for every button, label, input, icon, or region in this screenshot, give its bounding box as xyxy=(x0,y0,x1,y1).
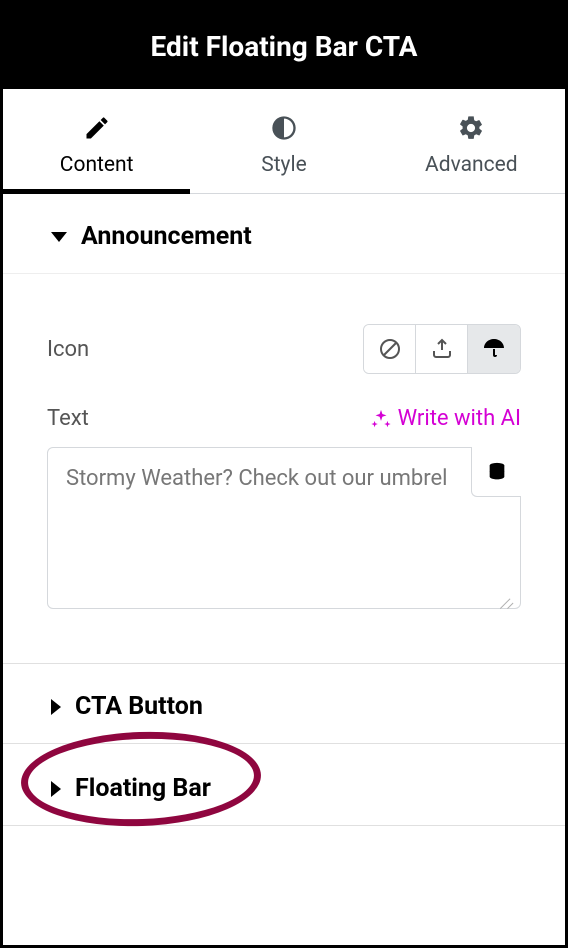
section-body-announcement: Icon Text Write with AI xyxy=(3,274,565,663)
sparkles-icon xyxy=(370,408,392,430)
pencil-icon xyxy=(82,113,112,143)
text-input-wrap xyxy=(47,447,521,613)
header: Edit Floating Bar CTA xyxy=(3,3,565,89)
tab-label: Style xyxy=(261,153,307,177)
field-label-text: Text xyxy=(47,406,89,431)
write-with-ai-label: Write with AI xyxy=(398,406,521,431)
tabs: Content Style Advanced xyxy=(3,89,565,194)
contrast-icon xyxy=(269,113,299,143)
umbrella-icon xyxy=(482,337,506,361)
write-with-ai-button[interactable]: Write with AI xyxy=(370,406,521,431)
section-cta-button: CTA Button xyxy=(3,663,565,744)
icon-option-upload[interactable] xyxy=(416,325,468,373)
gear-icon xyxy=(456,113,486,143)
tab-advanced[interactable]: Advanced xyxy=(378,89,565,193)
icon-option-none[interactable] xyxy=(364,325,416,373)
database-icon xyxy=(486,461,508,483)
dynamic-tags-button[interactable] xyxy=(471,447,521,497)
section-title: Announcement xyxy=(81,222,252,251)
section-title: Floating Bar xyxy=(75,774,211,803)
tab-style[interactable]: Style xyxy=(190,89,377,193)
chevron-down-icon xyxy=(51,232,67,242)
page-title: Edit Floating Bar CTA xyxy=(151,30,418,63)
section-title: CTA Button xyxy=(75,692,203,721)
section-header-cta-button[interactable]: CTA Button xyxy=(3,664,565,743)
chevron-right-icon xyxy=(51,781,61,797)
none-icon xyxy=(378,337,402,361)
upload-icon xyxy=(430,337,454,361)
field-icon: Icon xyxy=(47,324,521,374)
tab-content[interactable]: Content xyxy=(3,89,190,193)
section-floating-bar: Floating Bar xyxy=(3,746,565,826)
chevron-right-icon xyxy=(51,699,61,715)
section-header-floating-bar[interactable]: Floating Bar xyxy=(3,746,565,825)
section-header-announcement[interactable]: Announcement xyxy=(3,194,565,274)
panel: Announcement Icon Text Write with AI xyxy=(3,194,565,826)
tab-label: Advanced xyxy=(425,153,518,177)
icon-option-library[interactable] xyxy=(468,325,520,373)
tab-label: Content xyxy=(60,153,134,177)
field-label-icon: Icon xyxy=(47,337,89,362)
icon-toggle-group xyxy=(363,324,521,374)
text-input[interactable] xyxy=(47,447,521,609)
field-text: Text Write with AI xyxy=(47,406,521,431)
